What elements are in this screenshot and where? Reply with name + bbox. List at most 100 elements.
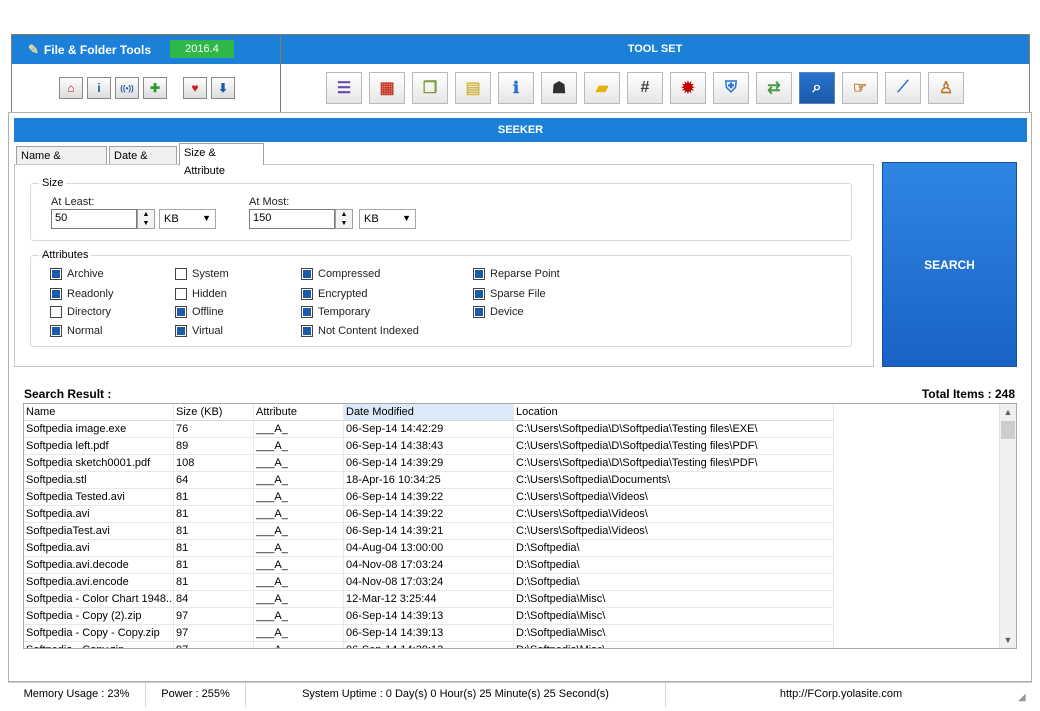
- tool-transfer-button[interactable]: ⇄: [756, 72, 792, 104]
- tab-size-attribute[interactable]: Size & Attribute: [179, 143, 264, 177]
- note-icon: ▤: [465, 80, 481, 97]
- attr-device-checkbox[interactable]: Device: [473, 306, 524, 318]
- info-icon: i: [97, 81, 101, 95]
- at-least-input[interactable]: 50: [51, 209, 137, 229]
- table-cell: 04-Nov-08 17:03:24: [344, 574, 514, 591]
- attr-reparse-point-checkbox[interactable]: Reparse Point: [473, 268, 560, 280]
- attr-directory-checkbox[interactable]: Directory: [50, 306, 111, 318]
- attr-offline-checkbox[interactable]: Offline: [175, 306, 224, 318]
- broadcast-button[interactable]: ((•)): [115, 77, 139, 99]
- checkbox-box[interactable]: [175, 325, 187, 337]
- table-cell: C:\Users\Softpedia\Documents\: [514, 472, 834, 489]
- size-legend: Size: [39, 177, 67, 189]
- table-row[interactable]: Softpedia - Copy.zip97___A_06-Sep-14 14:…: [24, 642, 1000, 648]
- table-row[interactable]: Softpedia.avi.decode 81 ___A_ 04-Nov-08 17:…: [24, 557, 1000, 574]
- attr-encrypted-checkbox[interactable]: Encrypted: [301, 288, 368, 300]
- tool-hash-button[interactable]: #: [627, 72, 663, 104]
- table-row[interactable]: Softpedia.avi 81 ___A_ 06-Sep-14 14:39:22 C:…: [24, 506, 1000, 523]
- attr-normal-checkbox[interactable]: Normal: [50, 325, 102, 337]
- table-row[interactable]: Softpedia left.pdf 89 ___A_ 06-Sep-14 14:38…: [24, 438, 1000, 455]
- tool-info-circle-button[interactable]: ℹ: [498, 72, 534, 104]
- checkbox-box[interactable]: [175, 268, 187, 280]
- tool-list-button[interactable]: ☰: [326, 72, 362, 104]
- status-url[interactable]: http://FCorp.yolasite.com: [666, 683, 1016, 707]
- checkbox-box[interactable]: [175, 306, 187, 318]
- tool-hand-pointer-button[interactable]: ☞: [842, 72, 878, 104]
- table-cell: 81: [174, 523, 254, 540]
- at-least-stepper[interactable]: ▲ ▼: [137, 209, 155, 229]
- checkbox-box[interactable]: [473, 268, 485, 280]
- table-cell: ___A_: [254, 540, 344, 557]
- scroll-down-icon[interactable]: ▼: [1000, 632, 1016, 648]
- table-row[interactable]: Softpedia - Copy - Copy.zip 97 ___A_ 06-Sep…: [24, 625, 1000, 642]
- checkbox-box[interactable]: [301, 288, 313, 300]
- home-icon: ⌂: [67, 81, 75, 95]
- tab-date-time[interactable]: Date & Time: [109, 146, 177, 180]
- checkbox-box[interactable]: [50, 288, 62, 300]
- tool-ninja-button[interactable]: ☗: [541, 72, 577, 104]
- table-row[interactable]: SoftpediaTest.avi 81 ___A_ 06-Sep-14 14:39:…: [24, 523, 1000, 540]
- tab-name-location[interactable]: Name & Location: [16, 146, 107, 180]
- home-button[interactable]: ⌂: [59, 77, 83, 99]
- checkbox-box[interactable]: [473, 288, 485, 300]
- table-row[interactable]: Softpedia.stl 64 ___A_ 18-Apr-16 10:34:25 C:…: [24, 472, 1000, 489]
- attr-temporary-checkbox[interactable]: Temporary: [301, 306, 370, 318]
- film-reel-icon: ✹: [681, 80, 695, 97]
- tool-film-reel-button[interactable]: ✹: [670, 72, 706, 104]
- checkbox-box[interactable]: [50, 268, 62, 280]
- table-row[interactable]: Softpedia - Color Chart 1948.... 84 ___A_ 1…: [24, 591, 1000, 608]
- at-least-unit-select[interactable]: KB ▼: [159, 209, 216, 229]
- table-cell: 81: [174, 506, 254, 523]
- checkbox-box[interactable]: [301, 325, 313, 337]
- attr-sparse-file-checkbox[interactable]: Sparse File: [473, 288, 546, 300]
- table-cell: D:\Softpedia\: [514, 540, 834, 557]
- attr-readonly-checkbox[interactable]: Readonly: [50, 288, 113, 300]
- column-header-location[interactable]: Location: [514, 404, 834, 421]
- attr-hidden-checkbox[interactable]: Hidden: [175, 288, 227, 300]
- attr-not-content-indexed-checkbox[interactable]: Not Content Indexed: [301, 325, 419, 337]
- table-row[interactable]: Softpedia image.exe 76 ___A_ 06-Sep-14 14:4…: [24, 421, 1000, 438]
- checkbox-box[interactable]: [301, 268, 313, 280]
- attr-virtual-checkbox[interactable]: Virtual: [175, 325, 223, 337]
- column-header-name[interactable]: Name: [24, 404, 174, 421]
- at-most-unit-select[interactable]: KB ▼: [359, 209, 416, 229]
- at-most-stepper[interactable]: ▲ ▼: [335, 209, 353, 229]
- tool-user-lock-button[interactable]: ♙: [928, 72, 964, 104]
- at-most-input[interactable]: 150: [249, 209, 335, 229]
- table-row[interactable]: Softpedia - Copy (2).zip 97 ___A_ 06-Sep-14…: [24, 608, 1000, 625]
- attr-compressed-checkbox[interactable]: Compressed: [301, 268, 380, 280]
- scroll-thumb[interactable]: [1001, 421, 1015, 439]
- checkbox-box[interactable]: [473, 306, 485, 318]
- tool-copy-button[interactable]: ❐: [412, 72, 448, 104]
- tool-folder-button[interactable]: ▰: [584, 72, 620, 104]
- table-row[interactable]: Softpedia Tested.avi 81 ___A_ 06-Sep-14 14:…: [24, 489, 1000, 506]
- checkbox-box[interactable]: [301, 306, 313, 318]
- heart-button[interactable]: ♥: [183, 77, 207, 99]
- tool-note-button[interactable]: ▤: [455, 72, 491, 104]
- tool-magnifier-button[interactable]: ⌕: [799, 72, 835, 104]
- column-header-size-kb[interactable]: Size (KB): [174, 404, 254, 421]
- table-cell: 18-Apr-16 10:34:25: [344, 472, 514, 489]
- tool-chart-line-button[interactable]: ⟋: [885, 72, 921, 104]
- table-row[interactable]: Softpedia.avi 81 ___A_ 04-Aug-04 13:00:00 D:…: [24, 540, 1000, 557]
- attr-archive-checkbox[interactable]: Archive: [50, 268, 104, 280]
- checkbox-box[interactable]: [50, 325, 62, 337]
- results-scrollbar[interactable]: ▲ ▼: [999, 404, 1016, 648]
- column-header-attribute[interactable]: Attribute: [254, 404, 344, 421]
- resize-grip-icon[interactable]: ◢: [1018, 692, 1032, 706]
- tool-shield-button[interactable]: ⛨: [713, 72, 749, 104]
- download-button[interactable]: ⬇: [211, 77, 235, 99]
- scroll-up-icon[interactable]: ▲: [1000, 404, 1016, 420]
- table-row[interactable]: Softpedia.avi.encode 81 ___A_ 04-Nov-08 17:…: [24, 574, 1000, 591]
- attr-system-checkbox[interactable]: System: [175, 268, 229, 280]
- checkbox-box[interactable]: [175, 288, 187, 300]
- info-button[interactable]: i: [87, 77, 111, 99]
- checkbox-box[interactable]: [50, 306, 62, 318]
- toolset-panel: TOOL SET ☰ ▦ ❐ ▤ ℹ ☗ ▰ # ✹ ⛨ ⇄ ⌕ ☞ ⟋ ♙: [281, 34, 1030, 113]
- add-favorite-button[interactable]: ✚: [143, 77, 167, 99]
- search-button[interactable]: SEARCH: [882, 162, 1017, 367]
- table-cell: Softpedia.avi: [24, 506, 174, 523]
- column-header-date-modified[interactable]: Date Modified: [344, 404, 514, 421]
- table-row[interactable]: Softpedia sketch0001.pdf 108 ___A_ 06-Sep-1…: [24, 455, 1000, 472]
- tool-calendar-button[interactable]: ▦: [369, 72, 405, 104]
